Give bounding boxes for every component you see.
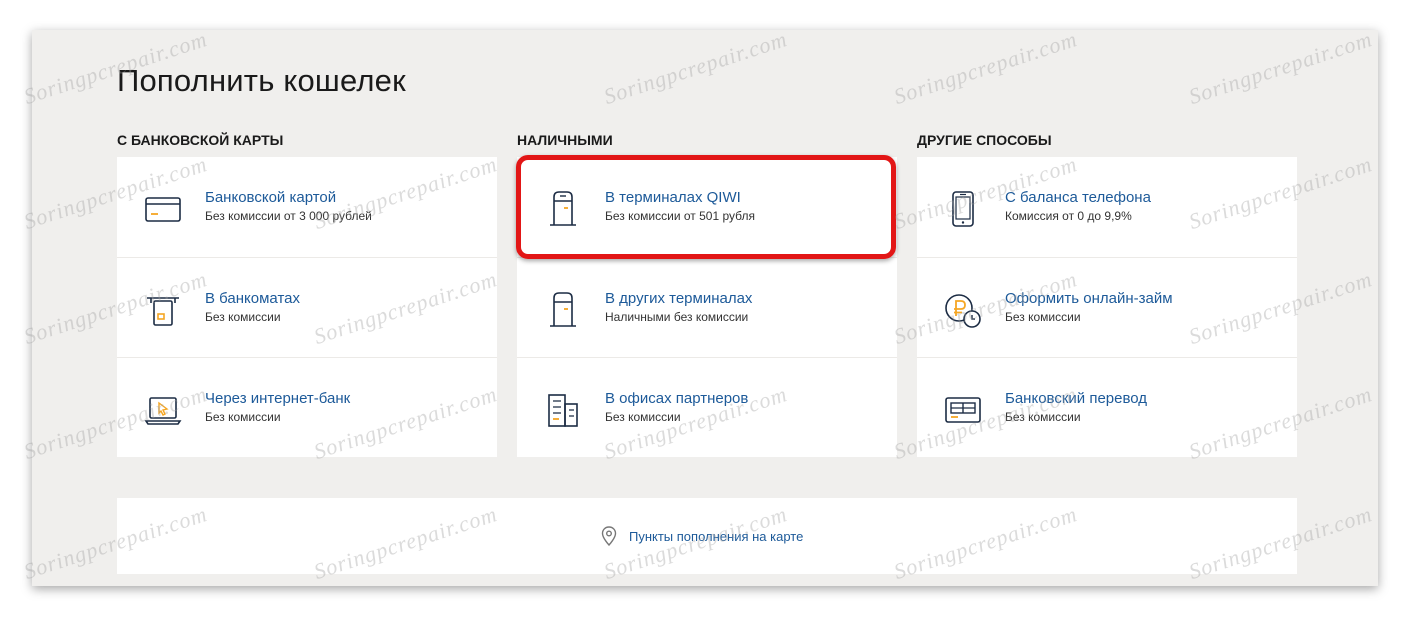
other-methods-column: Другие способы С баланса телефона Комисс… (917, 130, 1297, 457)
ruble-loan-icon (945, 294, 981, 328)
other-methods-options: С баланса телефона Комиссия от 0 до 9,9%… (917, 157, 1297, 457)
option-title: Банковской картой (205, 189, 337, 206)
atm-icon (147, 297, 179, 326)
option-subtitle: Без комиссии от 3 000 рублей (205, 209, 372, 223)
mobile-phone-icon (952, 191, 974, 227)
map-bar: Пункты пополнения на карте (117, 498, 1297, 574)
option-subtitle: Без комиссии (1005, 410, 1081, 424)
column-heading-other-methods: Другие способы (917, 132, 1052, 148)
map-pin-icon (601, 526, 617, 546)
option-bank-card[interactable]: Банковской картой Без комиссии от 3 000 … (117, 157, 497, 257)
option-title: В офисах партнеров (605, 390, 749, 407)
office-buildings-icon (548, 394, 578, 427)
page-title: Пополнить кошелек (117, 63, 406, 98)
option-title: Через интернет-банк (205, 390, 351, 407)
column-heading-bank-card: С банковской карты (117, 132, 284, 148)
option-phone-balance[interactable]: С баланса телефона Комиссия от 0 до 9,9% (917, 157, 1297, 257)
top-up-wallet-panel: Пополнить кошелек С банковской карты Бан… (32, 30, 1378, 586)
option-atm[interactable]: В банкоматах Без комиссии (117, 257, 497, 357)
cash-column: Наличными В терминалах QIWI Без комиссии… (517, 130, 897, 457)
option-title: Банковский перевод (1005, 390, 1148, 407)
option-subtitle: Без комиссии (605, 410, 681, 424)
option-title: В других терминалах (605, 290, 753, 307)
option-subtitle: Наличными без комиссии (605, 310, 749, 324)
option-bank-transfer[interactable]: Банковский перевод Без комиссии (917, 357, 1297, 457)
option-title: В банкоматах (205, 290, 300, 307)
option-partner-offices[interactable]: В офисах партнеров Без комиссии (517, 357, 897, 457)
option-subtitle: Без комиссии (205, 410, 281, 424)
cash-options: В терминалах QIWI Без комиссии от 501 ру… (517, 157, 897, 457)
bank-card-icon (145, 197, 181, 222)
map-points-link[interactable]: Пункты пополнения на карте (601, 526, 803, 546)
bank-card-column: С банковской карты Банковской картой Без… (117, 130, 497, 457)
laptop-icon (144, 397, 182, 425)
option-title: Оформить онлайн-займ (1005, 290, 1173, 307)
option-title: В терминалах QIWI (605, 189, 741, 206)
option-subtitle: Без комиссии от 501 рубля (605, 209, 755, 223)
option-online-loan[interactable]: Оформить онлайн-займ Без комиссии (917, 257, 1297, 357)
option-internet-bank[interactable]: Через интернет-банк Без комиссии (117, 357, 497, 457)
option-subtitle: Без комиссии (1005, 310, 1081, 324)
map-points-label: Пункты пополнения на карте (629, 528, 804, 544)
qiwi-terminal-icon (550, 191, 576, 226)
option-title: С баланса телефона (1005, 189, 1151, 206)
option-subtitle: Без комиссии (205, 310, 281, 324)
option-subtitle: Комиссия от 0 до 9,9% (1005, 209, 1132, 223)
option-other-terminals[interactable]: В других терминалах Наличными без комисс… (517, 257, 897, 357)
bank-transfer-icon (945, 397, 981, 423)
terminal-icon (550, 292, 576, 327)
column-heading-cash: Наличными (517, 132, 613, 148)
bank-card-options: Банковской картой Без комиссии от 3 000 … (117, 157, 497, 457)
option-qiwi-terminals[interactable]: В терминалах QIWI Без комиссии от 501 ру… (517, 157, 897, 257)
